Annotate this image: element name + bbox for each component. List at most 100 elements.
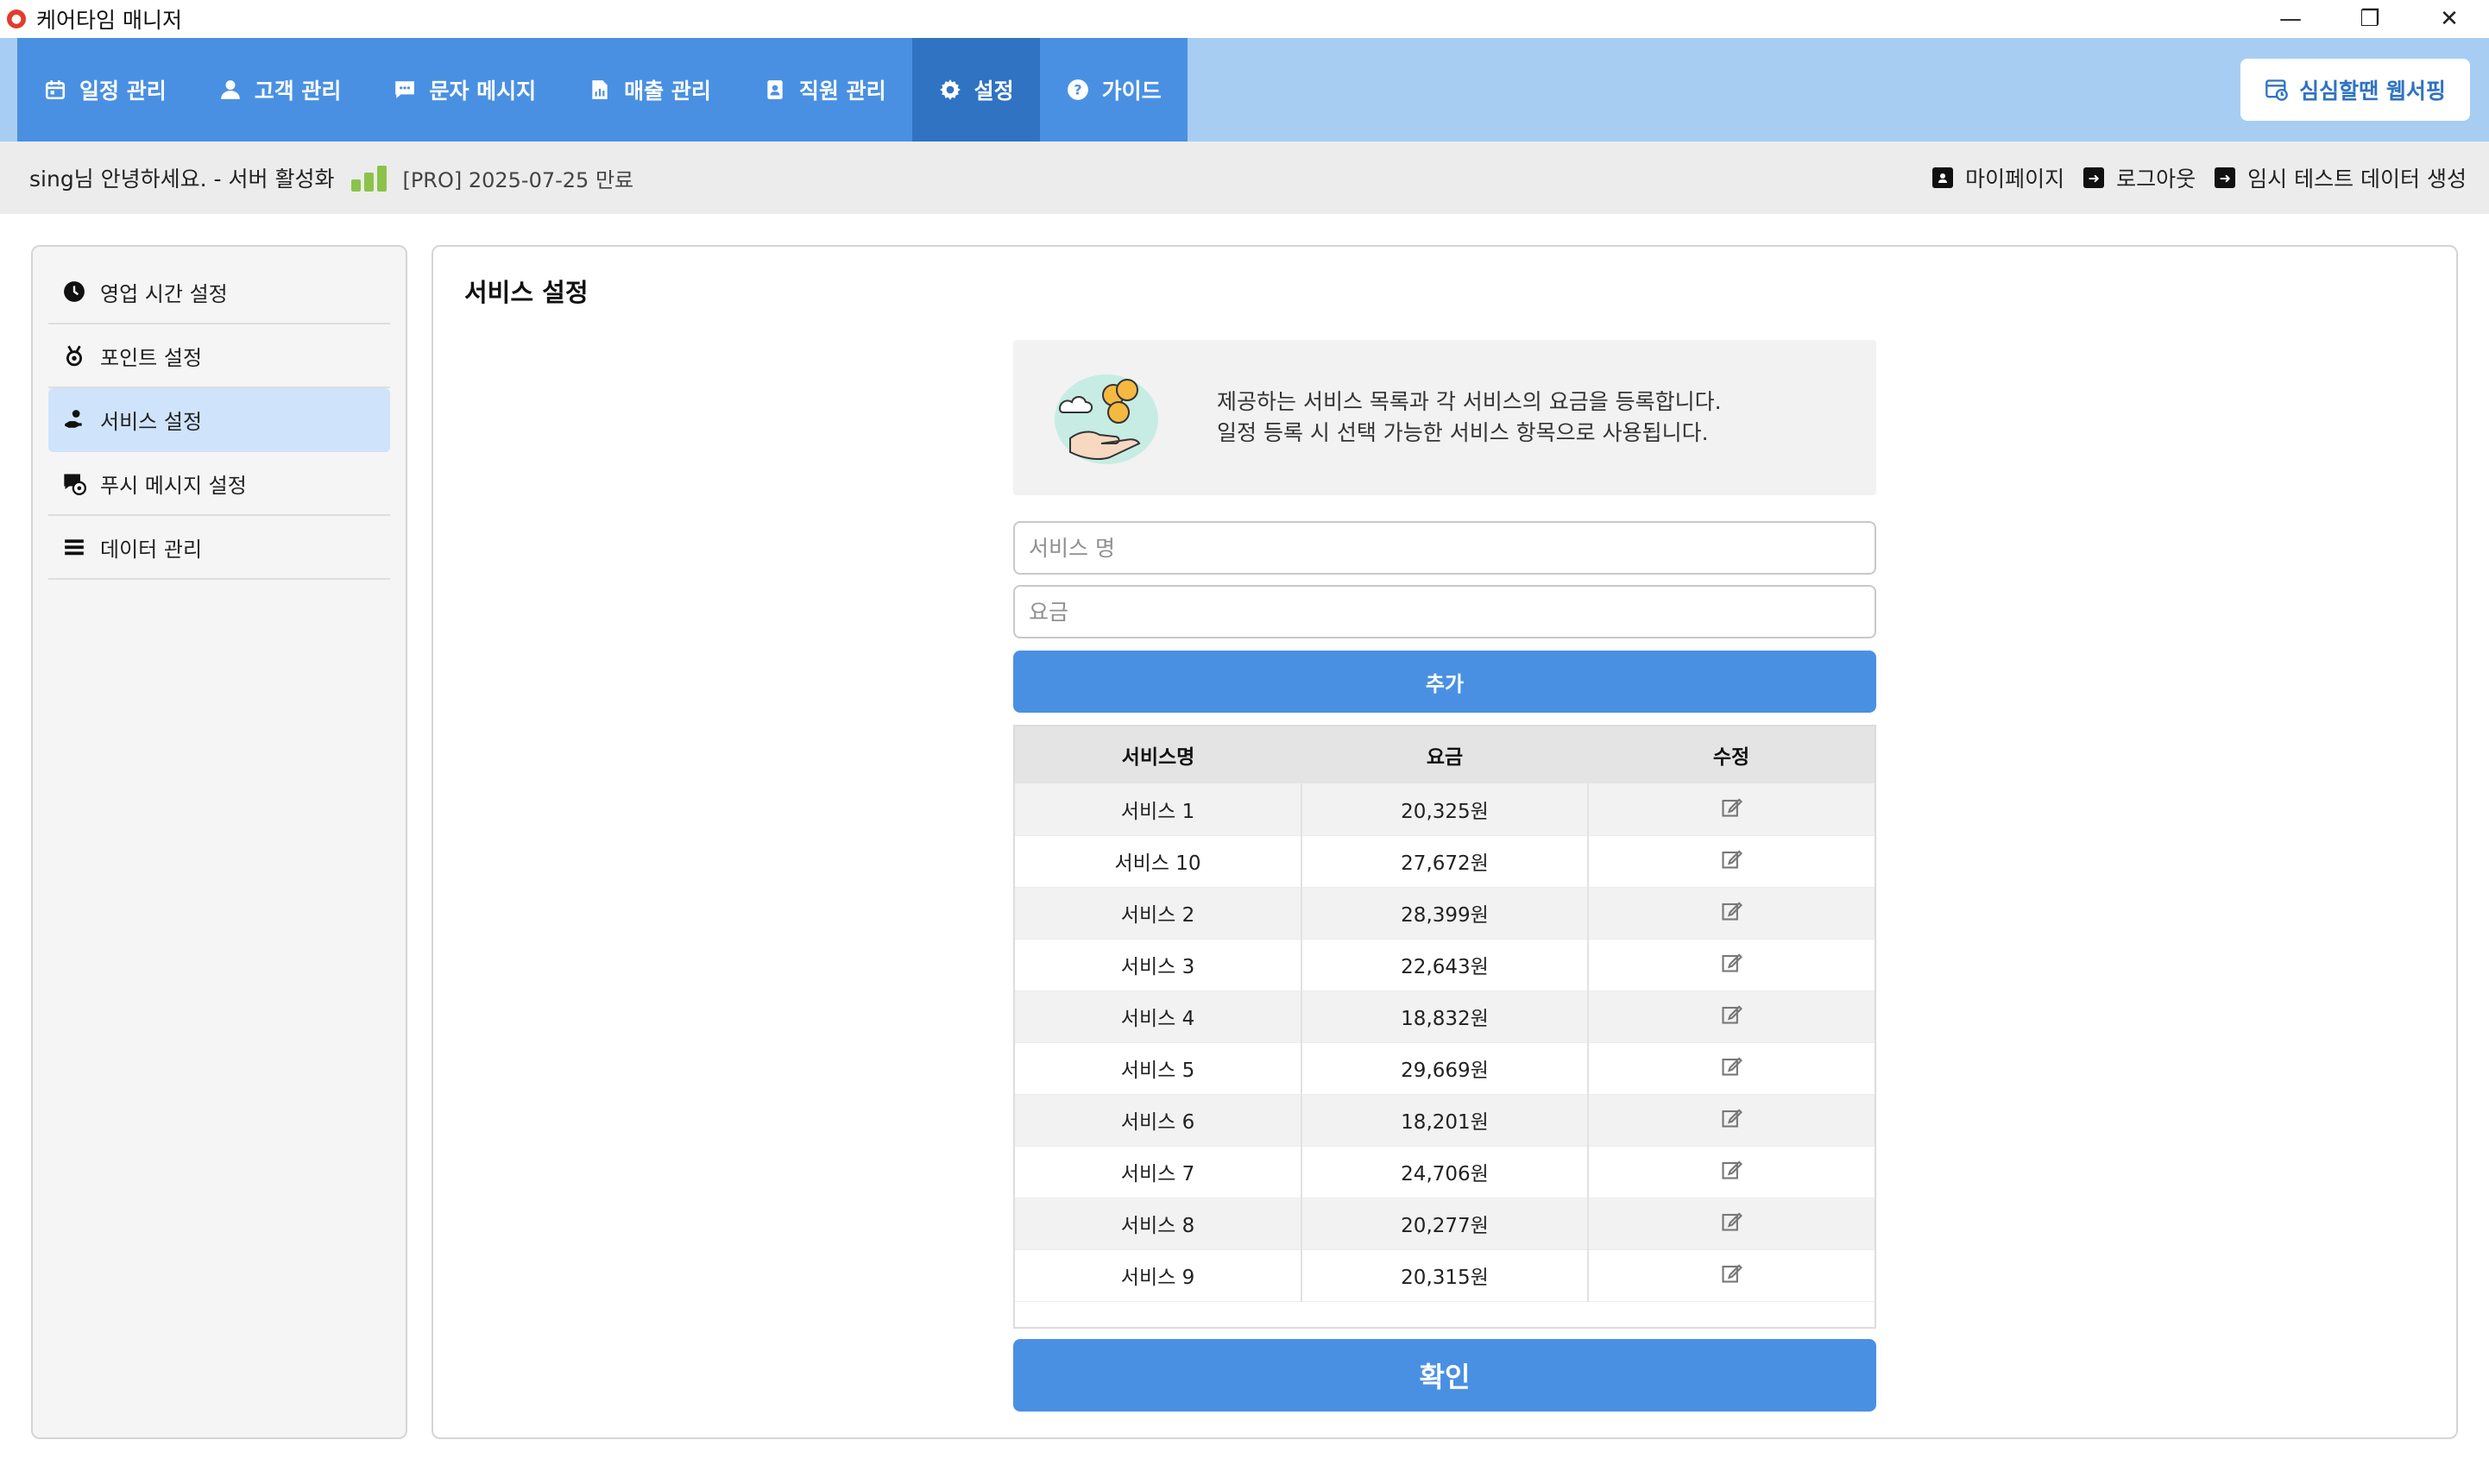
column-header-name[interactable]: 서비스명: [1015, 726, 1301, 783]
push-settings-icon: [62, 471, 86, 495]
tab-customers[interactable]: 고객 관리: [192, 38, 368, 141]
table-row[interactable]: 서비스 9 20,315원: [1015, 1249, 1875, 1302]
window-title: 케어타임 매니저: [36, 8, 182, 33]
service-name-cell: 서비스 5: [1015, 1042, 1302, 1095]
edit-cell: [1588, 1249, 1875, 1302]
signal-strength-icon: [351, 164, 388, 192]
edit-icon[interactable]: [1720, 846, 1744, 876]
settings-sidebar: 영업 시간 설정 포인트 설정 서비스 설정 푸시 메시지 설정 데이터 관리: [31, 245, 407, 1439]
mypage-link[interactable]: 마이페이지: [1932, 162, 2064, 193]
tab-guide-label: 가이드: [1101, 79, 1162, 104]
list-icon: [62, 535, 86, 559]
calendar-icon: [43, 78, 67, 102]
tab-schedule-label: 일정 관리: [79, 79, 167, 104]
title-bar: ● 케어타임 매니저 — ❐ ✕: [0, 0, 2489, 38]
service-price-cell: 20,277원: [1301, 1198, 1589, 1250]
table-row[interactable]: 서비스 8 20,277원: [1015, 1198, 1875, 1250]
logout-label: 로그아웃: [2116, 167, 2196, 192]
confirm-button[interactable]: 확인: [1013, 1339, 1876, 1412]
tab-staff-label: 직원 관리: [798, 79, 886, 104]
add-button[interactable]: 추가: [1013, 651, 1876, 713]
tab-staff[interactable]: 직원 관리: [737, 38, 912, 141]
tab-settings-label: 설정: [974, 79, 1014, 104]
price-input[interactable]: [1013, 585, 1876, 638]
restore-button[interactable]: ❐: [2330, 0, 2410, 38]
sidebar-item-points[interactable]: 포인트 설정: [48, 324, 390, 388]
clock-icon: [62, 280, 86, 304]
table-body: 서비스 1 20,325원 서비스 10 27,672원 서비스 2 28,399원 서비스…: [1015, 783, 1875, 1302]
service-name-cell: 서비스 8: [1015, 1198, 1302, 1250]
window-controls: — ❐ ✕: [2251, 0, 2489, 38]
sidebar-item-business-hours[interactable]: 영업 시간 설정: [48, 261, 390, 324]
table-row[interactable]: 서비스 7 24,706원: [1015, 1146, 1875, 1198]
service-price-cell: 20,325원: [1301, 783, 1589, 836]
edit-icon[interactable]: [1720, 1053, 1744, 1083]
edit-icon[interactable]: [1720, 1002, 1744, 1031]
table-row[interactable]: 서비스 1 20,325원: [1015, 783, 1875, 836]
edit-icon[interactable]: [1720, 1209, 1744, 1238]
edit-icon[interactable]: [1720, 950, 1744, 979]
status-bar: sing님 안녕하세요. - 서버 활성화 [PRO] 2025-07-25 만…: [0, 141, 2489, 214]
edit-icon[interactable]: [1720, 898, 1744, 928]
edit-cell: [1588, 1094, 1875, 1147]
minimize-button[interactable]: —: [2251, 0, 2330, 38]
tab-messages-label: 문자 메시지: [429, 79, 537, 104]
service-name-cell: 서비스 2: [1015, 887, 1302, 940]
plan-expiry-text: [PRO] 2025-07-25 만료: [402, 167, 634, 192]
service-name-input[interactable]: [1013, 521, 1876, 575]
test-data-link[interactable]: ➜ 임시 테스트 데이터 생성: [2215, 162, 2467, 193]
table-row[interactable]: 서비스 2 28,399원: [1015, 887, 1875, 940]
service-name-cell: 서비스 3: [1015, 939, 1302, 991]
tab-guide[interactable]: ? 가이드: [1040, 38, 1188, 141]
edit-cell: [1588, 990, 1875, 1043]
tab-settings[interactable]: 설정: [911, 38, 1040, 141]
service-price-cell: 28,399원: [1301, 887, 1589, 940]
document-chart-icon: [588, 78, 612, 102]
coin-hand-illustration-icon: [1055, 374, 1158, 464]
status-links: 마이페이지 ➜ 로그아웃 ➜ 임시 테스트 데이터 생성: [1932, 141, 2467, 214]
edit-icon[interactable]: [1720, 1157, 1744, 1186]
table-row[interactable]: 서비스 4 18,832원: [1015, 990, 1875, 1043]
tab-schedule[interactable]: 일정 관리: [17, 38, 192, 141]
medal-icon: [62, 343, 86, 368]
info-box: 제공하는 서비스 목록과 각 서비스의 요금을 등록합니다. 일정 등록 시 선…: [1013, 340, 1876, 495]
service-price-cell: 20,315원: [1301, 1249, 1589, 1302]
edit-icon[interactable]: [1720, 1105, 1744, 1135]
edit-cell: [1588, 783, 1875, 836]
service-name-cell: 서비스 7: [1015, 1146, 1302, 1198]
table-row[interactable]: 서비스 3 22,643원: [1015, 939, 1875, 991]
table-row[interactable]: 서비스 6 18,201원: [1015, 1094, 1875, 1147]
sidebar-item-label: 서비스 설정: [100, 409, 203, 434]
browser-icon: [2265, 79, 2288, 101]
app-logo-icon: ●: [7, 9, 26, 28]
edit-icon[interactable]: [1720, 795, 1744, 824]
test-data-label: 임시 테스트 데이터 생성: [2247, 167, 2467, 192]
edit-cell: [1588, 1042, 1875, 1095]
sidebar-item-push-messages[interactable]: 푸시 메시지 설정: [48, 452, 390, 516]
tab-sales[interactable]: 매출 관리: [562, 38, 737, 141]
service-price-cell: 29,669원: [1301, 1042, 1589, 1095]
table-row[interactable]: 서비스 5 29,669원: [1015, 1042, 1875, 1095]
info-line-1: 제공하는 서비스 목록과 각 서비스의 요금을 등록합니다.: [1217, 389, 1722, 414]
service-name-cell: 서비스 9: [1015, 1249, 1302, 1302]
column-header-edit: 수정: [1588, 726, 1875, 783]
web-surfing-button[interactable]: 심심할땐 웹서핑: [2240, 59, 2470, 121]
edit-cell: [1588, 1198, 1875, 1250]
info-line-2: 일정 등록 시 선택 가능한 서비스 항목으로 사용됩니다.: [1217, 420, 1709, 445]
sidebar-item-services[interactable]: 서비스 설정: [48, 388, 390, 452]
service-price-cell: 27,672원: [1301, 835, 1589, 888]
tab-sales-label: 매출 관리: [624, 79, 711, 104]
close-button[interactable]: ✕: [2410, 0, 2489, 38]
gear-icon: [938, 78, 962, 102]
tab-messages[interactable]: 문자 메시지: [367, 38, 562, 141]
edit-icon[interactable]: [1720, 1261, 1744, 1290]
service-price-cell: 18,832원: [1301, 990, 1589, 1043]
service-name-cell: 서비스 6: [1015, 1094, 1302, 1147]
service-price-cell: 18,201원: [1301, 1094, 1589, 1147]
edit-cell: [1588, 939, 1875, 991]
logout-link[interactable]: ➜ 로그아웃: [2083, 162, 2196, 193]
sidebar-item-data-management[interactable]: 데이터 관리: [48, 516, 390, 580]
column-header-price[interactable]: 요금: [1301, 726, 1588, 783]
table-row[interactable]: 서비스 10 27,672원: [1015, 835, 1875, 888]
edit-cell: [1588, 835, 1875, 888]
